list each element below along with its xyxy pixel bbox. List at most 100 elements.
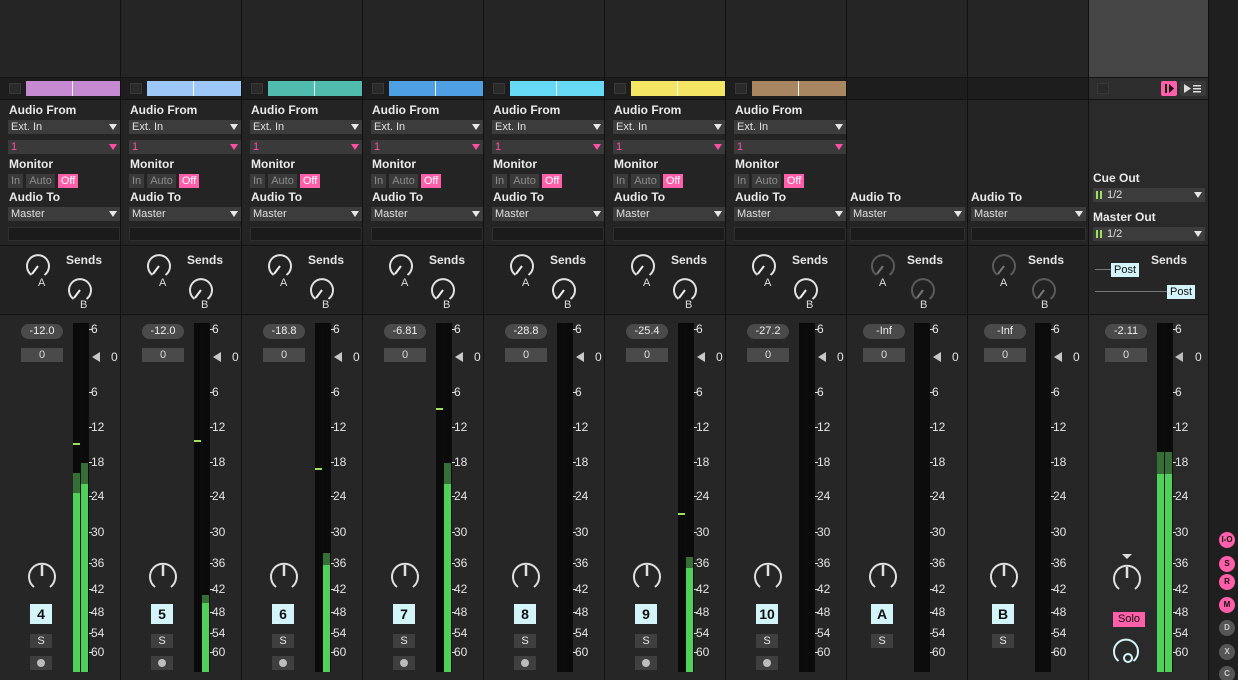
track-color-bar[interactable] (389, 81, 483, 96)
clip-stop-button[interactable] (614, 83, 626, 94)
track-color-bar[interactable] (147, 81, 241, 96)
monitor-auto-button[interactable]: Auto (268, 174, 297, 188)
pan-display[interactable]: 0 (263, 348, 305, 362)
track-color-bar[interactable] (752, 81, 846, 96)
track-activator-button[interactable]: 10 (756, 604, 778, 624)
monitor-auto-button[interactable]: Auto (631, 174, 660, 188)
output-select[interactable]: Master (492, 207, 604, 221)
view-toggle-r[interactable]: R (1219, 574, 1235, 590)
monitor-off-button[interactable]: Off (299, 174, 321, 188)
view-toggle-x[interactable]: X (1219, 644, 1235, 660)
clip-stop-button[interactable] (9, 83, 21, 94)
input-channel-select[interactable]: 1 (613, 140, 725, 154)
clip-slot-area[interactable] (484, 0, 604, 78)
pan-knob[interactable] (631, 560, 663, 592)
send-b-post-button[interactable]: Post (1167, 285, 1196, 299)
track-activator-button[interactable]: 4 (30, 604, 52, 624)
pan-display[interactable]: 0 (384, 348, 426, 362)
output-channel-box[interactable] (734, 227, 846, 241)
solo-button[interactable]: S (514, 634, 536, 648)
solo-button[interactable]: S (635, 634, 657, 648)
monitor-off-button[interactable]: Off (420, 174, 442, 188)
input-type-select[interactable]: Ext. In (734, 120, 846, 134)
output-select[interactable]: Master (613, 207, 725, 221)
volume-fader-arrow[interactable] (334, 352, 342, 362)
input-channel-select[interactable]: 1 (129, 140, 241, 154)
volume-fader-arrow[interactable] (455, 352, 463, 362)
input-channel-select[interactable]: 1 (734, 140, 846, 154)
volume-fader-arrow[interactable] (576, 352, 584, 362)
monitor-off-button[interactable]: Off (662, 174, 684, 188)
track-color-bar[interactable] (268, 81, 362, 96)
pan-knob[interactable] (988, 560, 1020, 592)
pan-display[interactable]: 0 (1105, 348, 1147, 362)
volume-fader-arrow[interactable] (697, 352, 705, 362)
output-channel-box[interactable] (250, 227, 362, 241)
clip-slot-area[interactable] (363, 0, 483, 78)
track-activator-button[interactable]: B (992, 604, 1014, 624)
pan-knob[interactable] (26, 560, 58, 592)
input-channel-select[interactable]: 1 (492, 140, 604, 154)
clip-stop-button[interactable] (251, 83, 263, 94)
send-a-knob[interactable] (750, 252, 778, 280)
track-color-bar[interactable] (631, 81, 725, 96)
pan-knob[interactable] (268, 560, 300, 592)
volume-display[interactable]: -6.81 (384, 324, 426, 339)
output-select[interactable]: Master (850, 207, 965, 221)
monitor-off-button[interactable]: Off (783, 174, 805, 188)
volume-display[interactable]: -Inf (863, 324, 905, 339)
view-toggle-io[interactable]: I-O (1219, 532, 1235, 548)
output-channel-box[interactable] (971, 227, 1086, 241)
send-a-knob[interactable] (869, 252, 897, 280)
send-a-knob[interactable] (266, 252, 294, 280)
clip-slot-area[interactable] (726, 0, 846, 78)
arm-record-button[interactable] (635, 656, 657, 670)
arm-record-button[interactable] (393, 656, 415, 670)
pan-knob[interactable] (147, 560, 179, 592)
volume-fader-arrow[interactable] (1175, 352, 1183, 362)
input-type-select[interactable]: Ext. In (613, 120, 725, 134)
solo-button[interactable]: S (756, 634, 778, 648)
send-a-post-button[interactable]: Post (1111, 263, 1140, 277)
track-color-bar[interactable] (26, 81, 120, 96)
output-channel-box[interactable] (129, 227, 241, 241)
output-channel-box[interactable] (8, 227, 120, 241)
arm-record-button[interactable] (272, 656, 294, 670)
monitor-in-button[interactable]: In (613, 174, 629, 188)
volume-fader-arrow[interactable] (92, 352, 100, 362)
input-channel-select[interactable]: 1 (8, 140, 120, 154)
volume-display[interactable]: -28.8 (505, 324, 547, 339)
volume-fader-arrow[interactable] (213, 352, 221, 362)
clip-slot-area[interactable] (121, 0, 241, 78)
output-select[interactable]: Master (734, 207, 846, 221)
pan-knob[interactable] (1111, 562, 1143, 594)
monitor-in-button[interactable]: In (371, 174, 387, 188)
view-toggle-d[interactable]: D (1219, 620, 1235, 636)
arm-record-button[interactable] (30, 656, 52, 670)
track-activator-button[interactable]: 8 (514, 604, 536, 624)
send-a-knob[interactable] (387, 252, 415, 280)
monitor-in-button[interactable]: In (492, 174, 508, 188)
volume-fader-arrow[interactable] (818, 352, 826, 362)
input-type-select[interactable]: Ext. In (129, 120, 241, 134)
monitor-auto-button[interactable]: Auto (389, 174, 418, 188)
clip-slot-area[interactable] (242, 0, 362, 78)
monitor-in-button[interactable]: In (8, 174, 24, 188)
monitor-auto-button[interactable]: Auto (147, 174, 176, 188)
monitor-in-button[interactable]: In (734, 174, 750, 188)
solo-button[interactable]: S (871, 634, 893, 648)
monitor-off-button[interactable]: Off (178, 174, 200, 188)
volume-display[interactable]: -27.2 (747, 324, 789, 339)
cue-out-select[interactable]: 1/2 (1093, 188, 1205, 202)
clip-stop-button[interactable] (130, 83, 142, 94)
send-a-knob[interactable] (629, 252, 657, 280)
view-toggle-s[interactable]: S (1219, 556, 1235, 572)
monitor-in-button[interactable]: In (250, 174, 266, 188)
follow-action-icon[interactable] (1161, 81, 1177, 96)
pan-knob[interactable] (510, 560, 542, 592)
output-channel-box[interactable] (492, 227, 604, 241)
master-out-select[interactable]: 1/2 (1093, 227, 1205, 241)
track-activator-button[interactable]: 5 (151, 604, 173, 624)
input-channel-select[interactable]: 1 (371, 140, 483, 154)
monitor-auto-button[interactable]: Auto (26, 174, 55, 188)
